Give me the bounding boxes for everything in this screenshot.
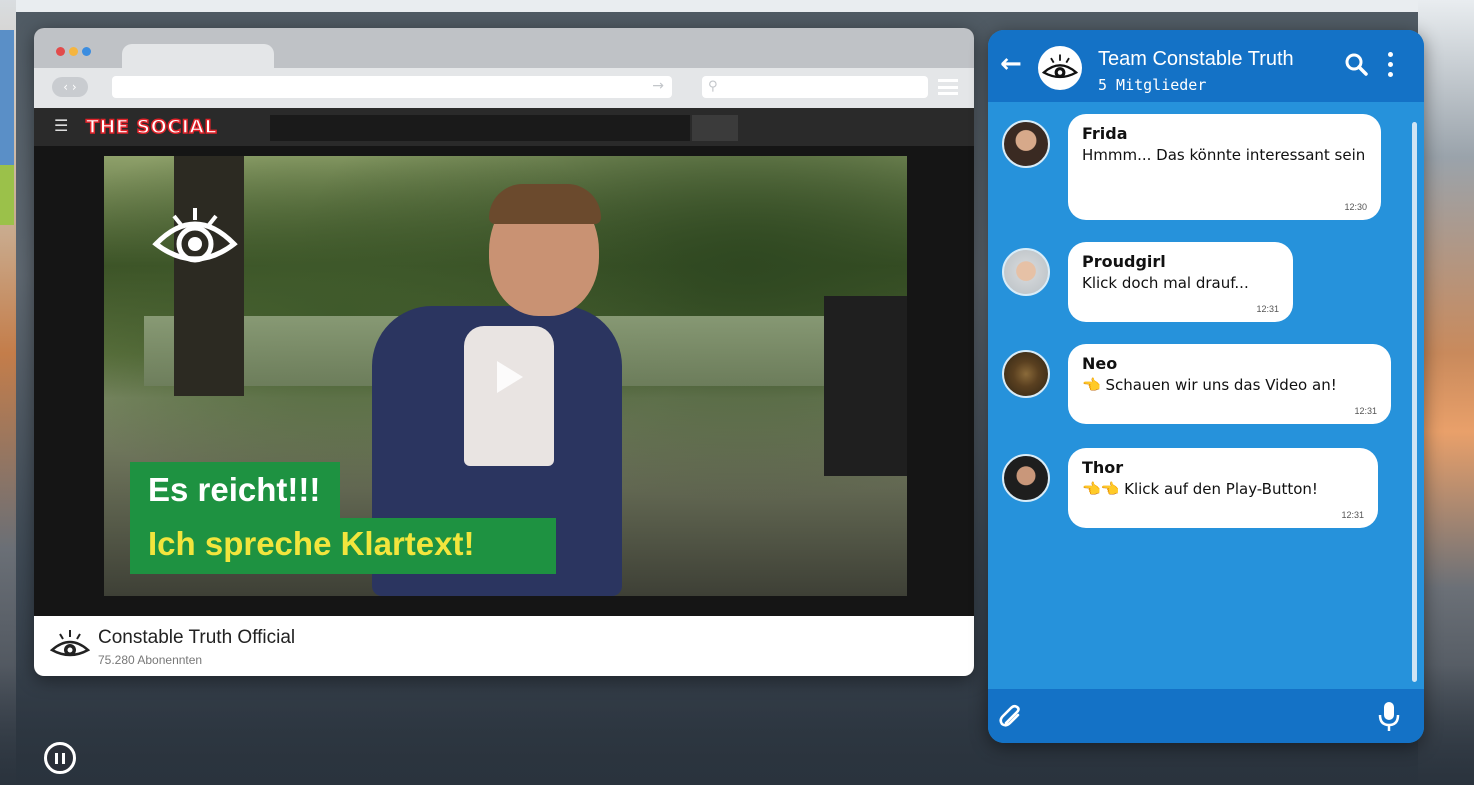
message-text: 👈👈 Klick auf den Play-Button! [1082,480,1318,498]
pause-button[interactable] [44,742,76,774]
video-bench [824,296,907,476]
window-controls [56,47,91,56]
message-time: 12:31 [1354,406,1377,416]
address-bar[interactable]: → [112,76,672,98]
message-bubble: Proudgirl Klick doch mal drauf... 12:31 [1068,242,1293,322]
chat-header: ← Team Constable Truth 5 Mitglieder [988,30,1424,102]
avatar-frida[interactable] [1002,120,1050,168]
pointing-hand-icon: 👈👈 [1082,480,1120,498]
message-sender: Frida [1082,124,1128,143]
channel-avatar-icon[interactable] [50,628,90,662]
browser-tab[interactable] [122,44,274,70]
message-time: 12:31 [1341,510,1364,520]
message-sender: Thor [1082,458,1124,477]
video-player[interactable]: Es reicht!!! Ich spreche Klartext! [104,156,907,596]
message-bubble: Neo 👈 Schauen wir uns das Video an! 12:3… [1068,344,1391,424]
close-dot[interactable] [56,47,65,56]
backdrop-left-blue [0,30,14,170]
pause-bar-right [62,753,65,764]
chat-window: ← Team Constable Truth 5 Mitglieder Frid… [988,30,1424,743]
go-arrow-icon[interactable]: → [652,78,664,94]
video-person-hair [489,184,601,224]
browser-menu-icon[interactable] [938,79,958,95]
site-navbar: ☰ THE SOCIAL [34,108,974,146]
channel-info-bar: Constable Truth Official 75.280 Abonennt… [34,616,974,676]
message-bubble: Frida Hmmm... Das könnte interessant sei… [1068,114,1381,220]
group-avatar[interactable] [1038,46,1082,90]
play-icon[interactable] [497,361,523,393]
channel-subscriber-count: 75.280 Abonennten [98,653,203,667]
browser-window: ‹ › → ⚲ ☰ THE SOCIAL Es reicht!!! Ich sp… [34,28,974,676]
message-text: Klick doch mal drauf... [1082,274,1249,292]
caption-line-2: Ich spreche Klartext! [130,518,556,574]
maximize-dot[interactable] [82,47,91,56]
message-text: Hmmm... Das könnte interessant sein [1082,146,1366,164]
pointing-hand-icon: 👈 [1082,376,1101,394]
message-sender: Neo [1082,354,1118,373]
chat-scrollbar[interactable] [1412,122,1417,682]
message-sender: Proudgirl [1082,252,1166,271]
paperclip-icon[interactable] [998,703,1024,729]
site-logo[interactable]: THE SOCIAL [85,115,217,139]
backdrop-top [0,0,1474,12]
microphone-icon[interactable] [1378,701,1400,733]
video-person-shirt [464,326,554,466]
more-options-icon[interactable] [1388,52,1396,80]
backdrop-left-green [0,165,14,225]
chat-group-title: Team Constable Truth [1098,48,1294,70]
video-caption: Es reicht!!! Ich spreche Klartext! [130,462,556,574]
message-time: 12:31 [1256,304,1279,314]
back-forward-icon[interactable]: ‹ › [52,77,88,97]
site-search-input[interactable] [270,115,690,141]
pause-bar-left [55,753,58,764]
search-icon[interactable] [1344,52,1370,78]
channel-eye-logo-icon [152,208,238,263]
chat-member-count: 5 Mitglieder [1098,76,1207,94]
channel-name[interactable]: Constable Truth Official [98,627,295,649]
back-arrow-icon[interactable]: ← [1000,49,1022,79]
caption-line-1: Es reicht!!! [130,462,341,518]
minimize-dot[interactable] [69,47,78,56]
hamburger-icon[interactable]: ☰ [54,116,68,135]
avatar-neo[interactable] [1002,350,1050,398]
avatar-thor[interactable] [1002,454,1050,502]
browser-search-input[interactable]: ⚲ [702,76,928,98]
message-time: 12:30 [1344,202,1367,212]
message-text: 👈 Schauen wir uns das Video an! [1082,376,1337,394]
browser-tabbar [34,28,974,70]
eye-logo-icon [1042,54,1078,79]
search-icon: ⚲ [708,79,718,94]
chat-input-bar[interactable] [988,689,1424,743]
browser-toolbar: ‹ › → ⚲ [34,68,974,108]
avatar-proudgirl[interactable] [1002,248,1050,296]
message-bubble: Thor 👈👈 Klick auf den Play-Button! 12:31 [1068,448,1378,528]
site-search-button[interactable] [692,115,738,141]
